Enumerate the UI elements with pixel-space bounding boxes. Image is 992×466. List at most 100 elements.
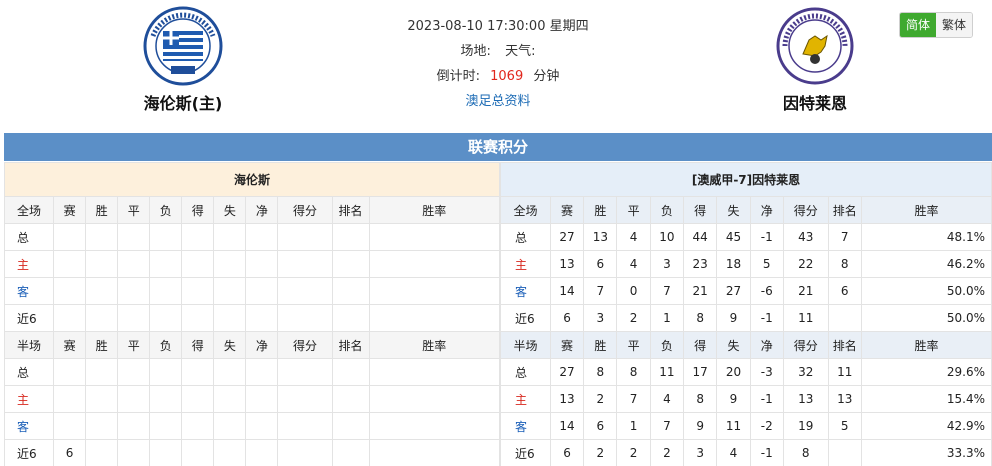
table-cell <box>213 304 247 332</box>
table-cell: 13 <box>827 385 862 413</box>
column-header: 失 <box>716 196 751 224</box>
table-cell: 9 <box>683 412 718 440</box>
table-row: 总 27 8 8 11 17 20 -3 32 11 29.6% <box>500 358 992 386</box>
table-cell <box>149 250 183 278</box>
table-row: 主 <box>3 385 501 413</box>
table-cell <box>85 385 119 413</box>
table-cell: 6 <box>53 439 87 466</box>
row-label: 客 <box>500 277 551 305</box>
row-label: 主 <box>3 385 55 413</box>
standings-tables: 海伦斯 全场赛胜平负得失净得分 排名 胜率总主客近6 半场赛胜平负得失净得分 排名 胜率总主… <box>3 162 992 466</box>
table-cell: 2 <box>583 439 618 466</box>
row-label: 客 <box>500 412 551 440</box>
row-label: 主 <box>500 250 551 278</box>
column-header: 胜率 <box>368 331 501 359</box>
home-team-name[interactable]: 海伦斯(主) <box>103 90 263 114</box>
table-cell <box>213 223 247 251</box>
table-cell: -1 <box>749 439 784 466</box>
table-cell: 3 <box>649 250 685 278</box>
table-cell: 9 <box>716 304 751 332</box>
table-cell <box>331 223 370 251</box>
table-cell: 6 <box>549 439 585 466</box>
table-cell <box>277 385 333 413</box>
table-cell <box>213 385 247 413</box>
table-cell: 8 <box>827 250 862 278</box>
table-cell <box>331 277 370 305</box>
table-cell: 13 <box>782 385 829 413</box>
table-cell: 2 <box>616 439 651 466</box>
table-cell: 8 <box>683 304 718 332</box>
column-header: 排名 <box>331 331 370 359</box>
league-info-link[interactable]: 澳足总资料 <box>398 89 598 114</box>
row-label: 主 <box>500 385 551 413</box>
countdown: 倒计时: 1069 分钟 <box>398 64 598 89</box>
home-team[interactable]: 海伦斯(主) <box>103 6 263 114</box>
table-row: 主 13 2 7 4 8 9 -1 13 13 15.4% <box>500 385 992 413</box>
column-header: 得分 <box>782 196 829 224</box>
table-row: 总 <box>3 223 501 251</box>
table-cell <box>213 412 247 440</box>
language-switch: 简体 繁体 <box>899 12 974 38</box>
table-cell <box>149 223 183 251</box>
table-cell <box>53 277 87 305</box>
table-cell <box>53 385 87 413</box>
table-cell: 2 <box>616 304 651 332</box>
table-cell <box>277 304 333 332</box>
column-header: 负 <box>149 196 183 224</box>
away-half-header-row: 半场赛胜平负得失净得分 排名 胜率 <box>500 331 992 359</box>
table-cell <box>181 277 215 305</box>
table-cell <box>368 358 501 386</box>
table-cell: 21 <box>683 277 718 305</box>
match-header: 海伦斯(主) 2023-08-10 17:30:00 星期四 场地: 天气: 倒… <box>0 0 992 128</box>
table-cell <box>331 439 370 466</box>
table-cell <box>117 385 151 413</box>
table-cell: 44 <box>683 223 718 251</box>
table-cell: 6 <box>583 250 618 278</box>
table-cell <box>277 250 333 278</box>
column-header: 得 <box>683 196 718 224</box>
table-cell <box>181 385 215 413</box>
column-header: 得分 <box>782 331 829 359</box>
column-header: 赛 <box>53 331 87 359</box>
column-header: 胜率 <box>368 196 501 224</box>
table-cell <box>368 304 501 332</box>
home-full-header-row: 全场赛胜平负得失净得分 排名 胜率 <box>3 196 501 224</box>
away-team-logo <box>775 6 855 86</box>
column-header: 净 <box>245 196 279 224</box>
column-header: 失 <box>716 331 751 359</box>
home-team-logo <box>143 6 223 86</box>
table-cell: 33.3% <box>860 439 992 466</box>
table-cell <box>331 250 370 278</box>
column-header: 全场 <box>3 196 55 224</box>
table-cell: 21 <box>782 277 829 305</box>
away-team[interactable]: 因特莱恩 <box>735 6 895 114</box>
table-cell: 8 <box>782 439 829 466</box>
row-label: 近6 <box>3 304 55 332</box>
table-row: 客 <box>3 277 501 305</box>
table-cell <box>827 304 862 332</box>
simplified-button[interactable]: 简体 <box>900 13 937 37</box>
column-header: 排名 <box>331 196 370 224</box>
row-label: 总 <box>3 358 55 386</box>
table-cell <box>149 358 183 386</box>
table-cell <box>277 277 333 305</box>
table-cell <box>368 412 501 440</box>
table-cell: -1 <box>749 223 784 251</box>
away-team-name[interactable]: 因特莱恩 <box>735 90 895 114</box>
table-cell: 11 <box>716 412 751 440</box>
table-row: 主 13 6 4 3 23 18 5 22 8 46.2% <box>500 250 992 278</box>
column-header: 净 <box>749 196 784 224</box>
table-cell: -3 <box>749 358 784 386</box>
home-half-header-row: 半场赛胜平负得失净得分 排名 胜率 <box>3 331 501 359</box>
table-cell <box>149 412 183 440</box>
table-cell <box>368 250 501 278</box>
table-cell <box>181 412 215 440</box>
table-cell <box>85 277 119 305</box>
table-cell <box>213 277 247 305</box>
table-row: 主 <box>3 250 501 278</box>
table-cell: 27 <box>549 358 585 386</box>
traditional-button[interactable]: 繁体 <box>936 13 973 37</box>
table-cell: 4 <box>716 439 751 466</box>
table-cell <box>85 358 119 386</box>
table-row: 近6 6 3 2 1 8 9 -1 11 50.0% <box>500 304 992 332</box>
